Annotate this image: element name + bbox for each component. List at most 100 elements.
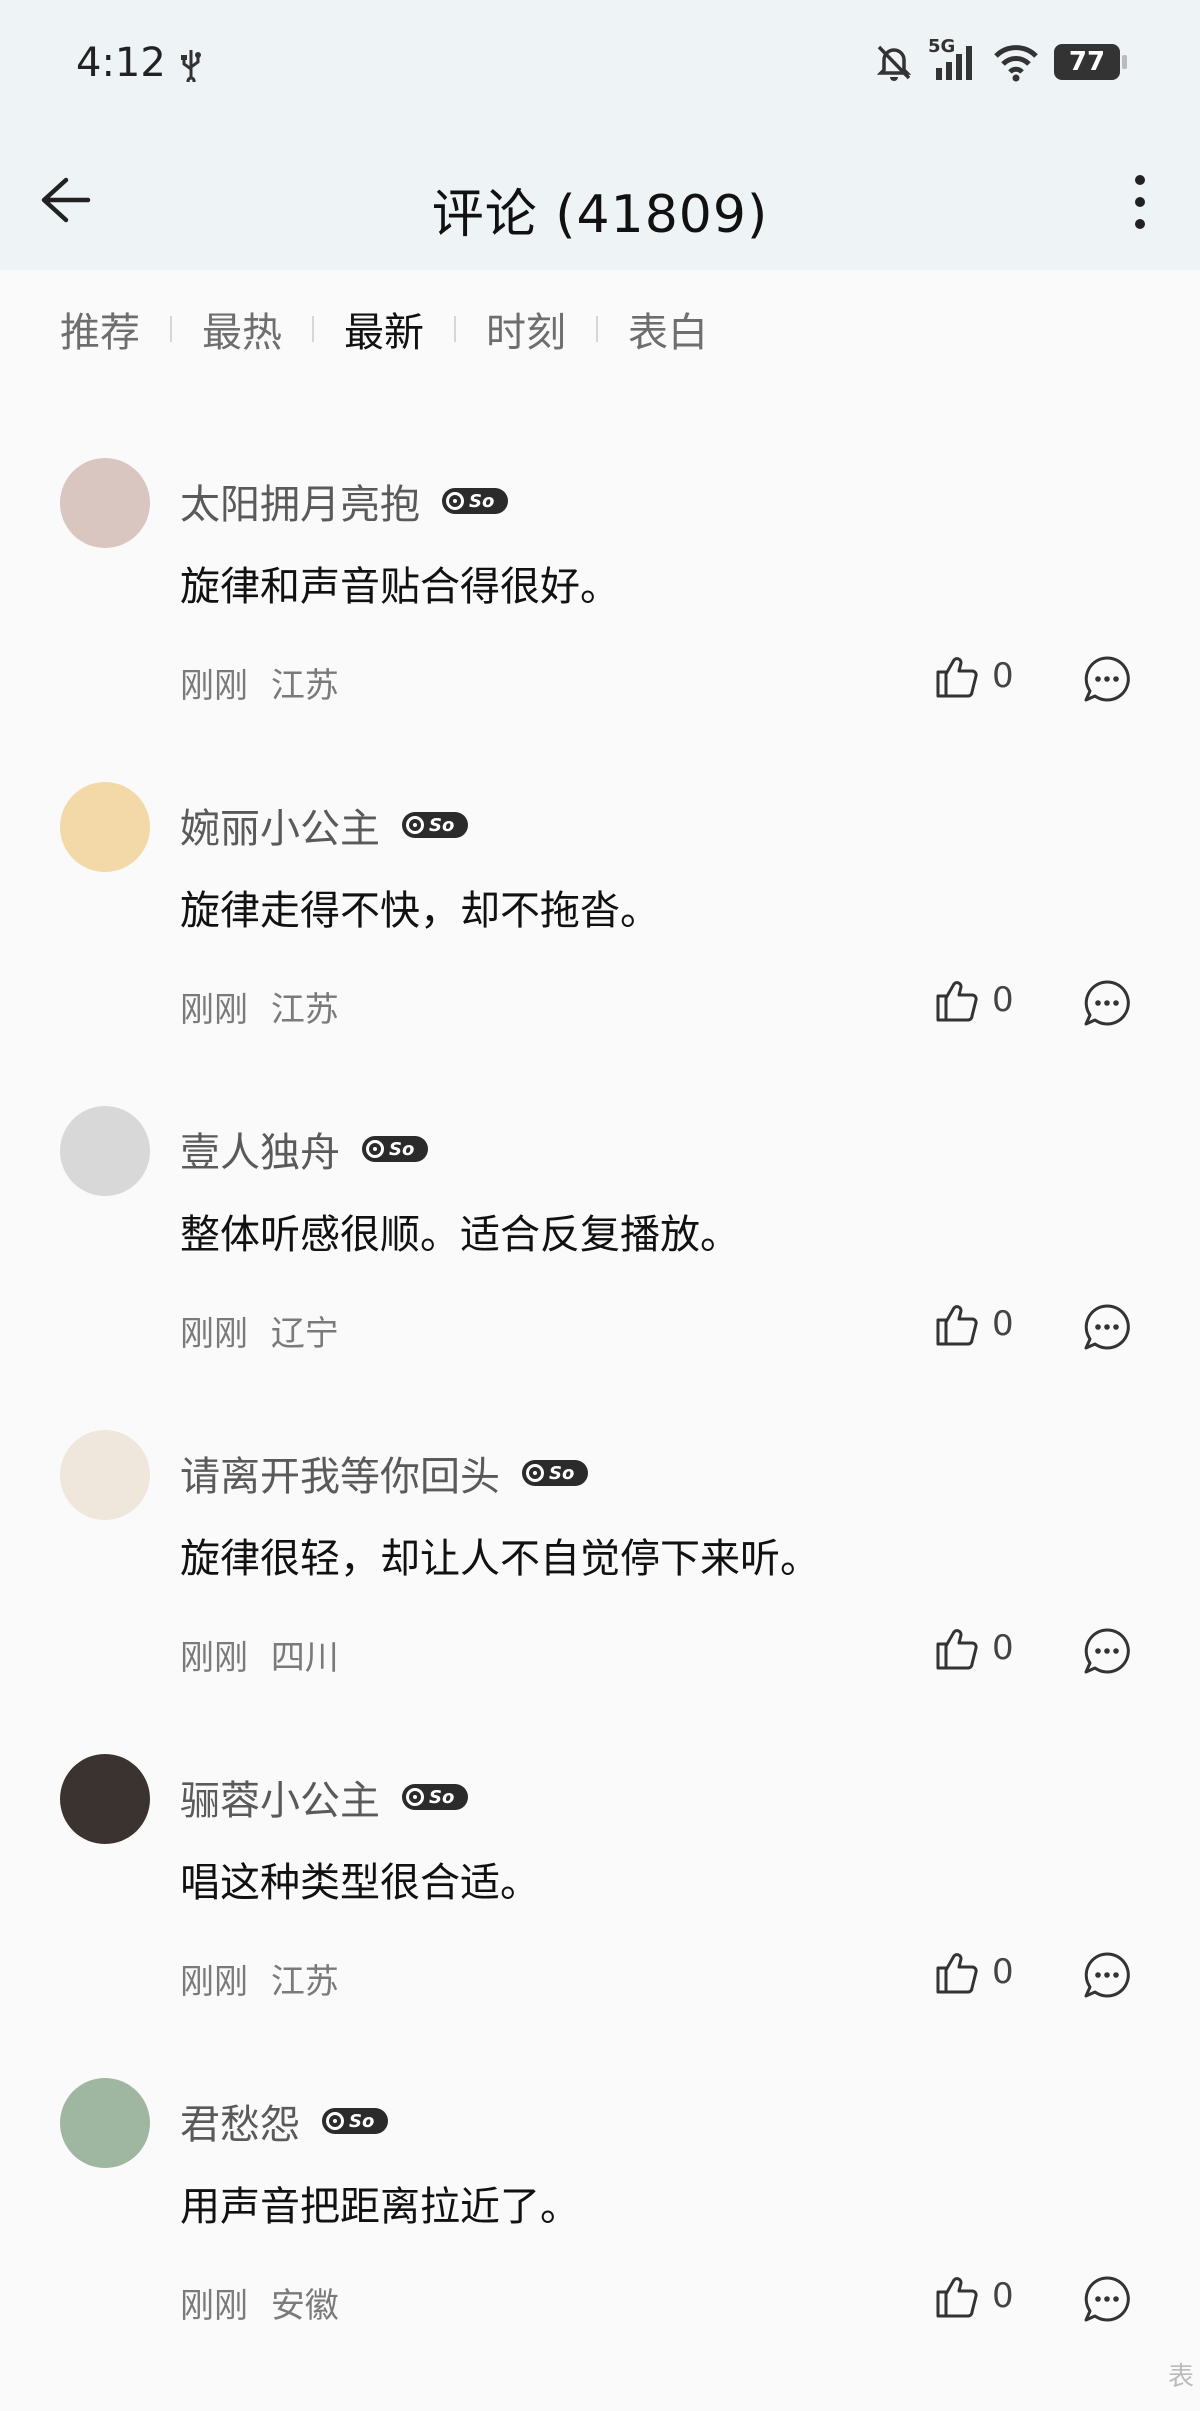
username[interactable]: 壹人独舟 (180, 1120, 340, 1178)
comment-list: 太阳拥月亮抱 So 旋律和声音贴合得很好。 刚刚 江苏 0 婉丽小公主 So 旋… (0, 430, 1200, 2374)
reply-bubble-icon[interactable] (1082, 2274, 1132, 2324)
comment-time: 刚刚 (180, 666, 248, 706)
comment-header: 君愁怨 So (180, 2092, 388, 2150)
comment-text: 旋律很轻，却让人不自觉停下来听。 (180, 1536, 820, 1582)
comment-meta: 刚刚 四川 (180, 1630, 339, 1679)
comment-meta: 刚刚 安徽 (180, 2278, 339, 2327)
badge-label: So (389, 1138, 415, 1160)
badge-eye-icon (446, 492, 464, 510)
comment-time: 刚刚 (180, 1962, 248, 2002)
comment-header: 骊蓉小公主 So (180, 1768, 468, 1826)
avatar[interactable] (60, 1430, 150, 1520)
reply-bubble-icon[interactable] (1082, 1626, 1132, 1676)
username[interactable]: 太阳拥月亮抱 (180, 472, 420, 530)
comment-location: 四川 (270, 1638, 339, 1678)
badge-eye-icon (526, 1464, 544, 1482)
like-button[interactable]: 0 (932, 652, 1014, 700)
avatar[interactable] (60, 1106, 150, 1196)
thumbs-up-icon (936, 1629, 978, 1670)
badge-eye-icon (366, 1140, 384, 1158)
comment-meta: 刚刚 辽宁 (180, 1306, 339, 1355)
comment-item: 君愁怨 So 用声音把距离拉近了。 刚刚 安徽 0 (0, 2050, 1200, 2374)
avatar[interactable] (60, 1754, 150, 1844)
comment-location: 安徽 (270, 2286, 339, 2326)
tab-confession[interactable]: 表白 (628, 300, 708, 358)
comment-location: 江苏 (270, 990, 339, 1030)
username[interactable]: 君愁怨 (180, 2092, 300, 2150)
avatar[interactable] (60, 782, 150, 872)
like-button[interactable]: 0 (932, 2272, 1014, 2320)
wifi-icon (994, 45, 1038, 82)
comment-location: 江苏 (270, 1962, 339, 2002)
comment-sort-tabs: 推荐 最热 最新 时刻 表白 (60, 300, 708, 358)
comment-location: 辽宁 (270, 1314, 339, 1354)
comment-text: 唱这种类型很合适。 (180, 1860, 540, 1906)
vip-badge: So (402, 812, 468, 838)
like-button[interactable]: 0 (932, 1300, 1014, 1348)
mute-bell-icon (876, 45, 912, 81)
tab-hottest[interactable]: 最热 (202, 300, 282, 358)
header: 评论 (41809) (0, 150, 1200, 250)
avatar[interactable] (60, 2078, 150, 2168)
like-count: 0 (992, 980, 1014, 1020)
badge-eye-icon (406, 816, 424, 834)
like-count: 0 (992, 1952, 1014, 1992)
vip-badge: So (442, 488, 508, 514)
comment-header: 请离开我等你回头 So (180, 1444, 588, 1502)
more-options-icon[interactable] (1132, 170, 1148, 234)
thumbs-up-icon (936, 2277, 978, 2318)
vip-badge: So (322, 2108, 388, 2134)
like-button[interactable]: 0 (932, 1624, 1014, 1672)
vip-badge: So (402, 1784, 468, 1810)
thumbs-up-icon (936, 1305, 978, 1346)
comment-item: 婉丽小公主 So 旋律走得不快，却不拖沓。 刚刚 江苏 0 (0, 754, 1200, 1078)
username[interactable]: 骊蓉小公主 (180, 1768, 380, 1826)
battery-level: 77 (1068, 47, 1106, 77)
badge-label: So (549, 1462, 575, 1484)
badge-eye-icon (406, 1788, 424, 1806)
comment-meta: 刚刚 江苏 (180, 982, 339, 1031)
reply-bubble-icon[interactable] (1082, 654, 1132, 704)
battery-indicator: 77 (1054, 44, 1127, 80)
tab-divider (454, 316, 456, 342)
badge-label: So (469, 490, 495, 512)
reply-bubble-icon[interactable] (1082, 1302, 1132, 1352)
badge-label: So (429, 1786, 455, 1808)
top-bar: 4:12 5G 77 评论 (41809) (0, 0, 1200, 270)
reply-bubble-icon[interactable] (1082, 978, 1132, 1028)
username[interactable]: 婉丽小公主 (180, 796, 380, 854)
badge-label: So (349, 2110, 375, 2132)
comment-text: 整体听感很顺。适合反复播放。 (180, 1212, 740, 1258)
tab-divider (312, 316, 314, 342)
comment-item: 太阳拥月亮抱 So 旋律和声音贴合得很好。 刚刚 江苏 0 (0, 430, 1200, 754)
vip-badge: So (362, 1136, 428, 1162)
status-icons: 5G 77 (874, 36, 1127, 82)
like-button[interactable]: 0 (932, 976, 1014, 1024)
comment-text: 旋律和声音贴合得很好。 (180, 564, 620, 610)
comment-item: 壹人独舟 So 整体听感很顺。适合反复播放。 刚刚 辽宁 0 (0, 1078, 1200, 1402)
cellular-signal-icon: 5G (928, 36, 978, 82)
comment-text: 旋律走得不快，却不拖沓。 (180, 888, 660, 934)
comment-meta: 刚刚 江苏 (180, 658, 339, 707)
comment-header: 婉丽小公主 So (180, 796, 468, 854)
watermark: 表 (1167, 2362, 1194, 2392)
comment-item: 请离开我等你回头 So 旋律很轻，却让人不自觉停下来听。 刚刚 四川 0 (0, 1402, 1200, 1726)
like-button[interactable]: 0 (932, 1948, 1014, 1996)
status-bar: 4:12 5G 77 (0, 0, 1200, 130)
tab-divider (170, 316, 172, 342)
badge-eye-icon (326, 2112, 344, 2130)
thumbs-up-icon (936, 1953, 978, 1994)
like-count: 0 (992, 1304, 1014, 1344)
page-title: 评论 (41809) (431, 185, 769, 245)
comment-time: 刚刚 (180, 1638, 248, 1678)
tab-recommended[interactable]: 推荐 (60, 300, 140, 358)
tab-moments[interactable]: 时刻 (486, 300, 566, 358)
tab-newest[interactable]: 最新 (344, 300, 424, 358)
tab-divider (596, 316, 598, 342)
comment-time: 刚刚 (180, 990, 248, 1030)
reply-bubble-icon[interactable] (1082, 1950, 1132, 2000)
comment-time: 刚刚 (180, 1314, 248, 1354)
badge-label: So (429, 814, 455, 836)
avatar[interactable] (60, 458, 150, 548)
username[interactable]: 请离开我等你回头 (180, 1444, 500, 1502)
